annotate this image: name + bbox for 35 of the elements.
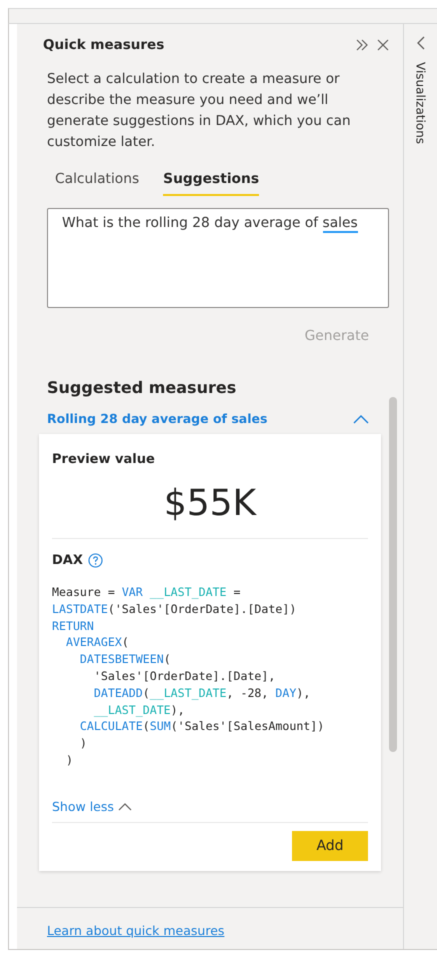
dax-heading: DAX xyxy=(52,553,83,568)
code-line: AVERAGEX( xyxy=(64,634,129,652)
question-field[interactable]: What is the rolling 28 day average of sales xyxy=(47,208,389,308)
tab[interactable]: Suggestions xyxy=(163,167,260,196)
code-line: Measure = VAR __LAST_DATE = xyxy=(52,584,240,601)
chevron-up-icon xyxy=(118,802,132,811)
code-line: CALCULATE(SUM('Sales'[SalesAmount]) xyxy=(78,718,324,736)
code-line: DATESBETWEEN( xyxy=(78,651,171,668)
description-text: Select a calculation to create a measure or describe the measure you need and we’ll generate suggestions in DAX, which you can customize later. xyxy=(47,70,352,152)
tab[interactable]: Calculations xyxy=(55,167,140,196)
code-line: RETURN xyxy=(52,618,94,634)
code-line: ) xyxy=(64,752,73,769)
panel-title: Quick measures xyxy=(43,37,166,53)
section-heading: Suggested measures xyxy=(47,378,236,397)
chevron-up-icon xyxy=(353,414,369,424)
suggestion-header[interactable]: Rolling 28 day average of sales xyxy=(47,411,369,426)
code-line: LASTDATE('Sales'[OrderDate].[Date]) xyxy=(52,600,296,618)
help-icon[interactable] xyxy=(88,553,103,568)
code-line: 'Sales'[OrderDate].[Date], xyxy=(92,668,276,685)
code-line: DATEADD(__LAST_DATE, -28, DAY), xyxy=(92,684,310,702)
close-button[interactable] xyxy=(377,39,389,51)
double-chevron-right-icon xyxy=(355,39,369,51)
collapse-button[interactable] xyxy=(355,39,369,51)
scrollbar-thumb[interactable] xyxy=(389,397,397,752)
code-line: __LAST_DATE), xyxy=(92,702,185,718)
chevron-left-icon xyxy=(416,36,426,50)
show-less-link[interactable]: Show less xyxy=(52,798,132,814)
preview-label: Preview value xyxy=(52,452,155,467)
code-line: ) xyxy=(78,735,87,752)
preview-value: $55K xyxy=(164,483,256,524)
close-icon xyxy=(377,39,389,51)
expand-pane-button[interactable] xyxy=(416,36,426,50)
learn-more-link[interactable]: Learn about quick measures xyxy=(47,923,224,938)
add-button[interactable]: Add xyxy=(292,830,368,861)
pane-title: Visualizations xyxy=(414,62,428,144)
